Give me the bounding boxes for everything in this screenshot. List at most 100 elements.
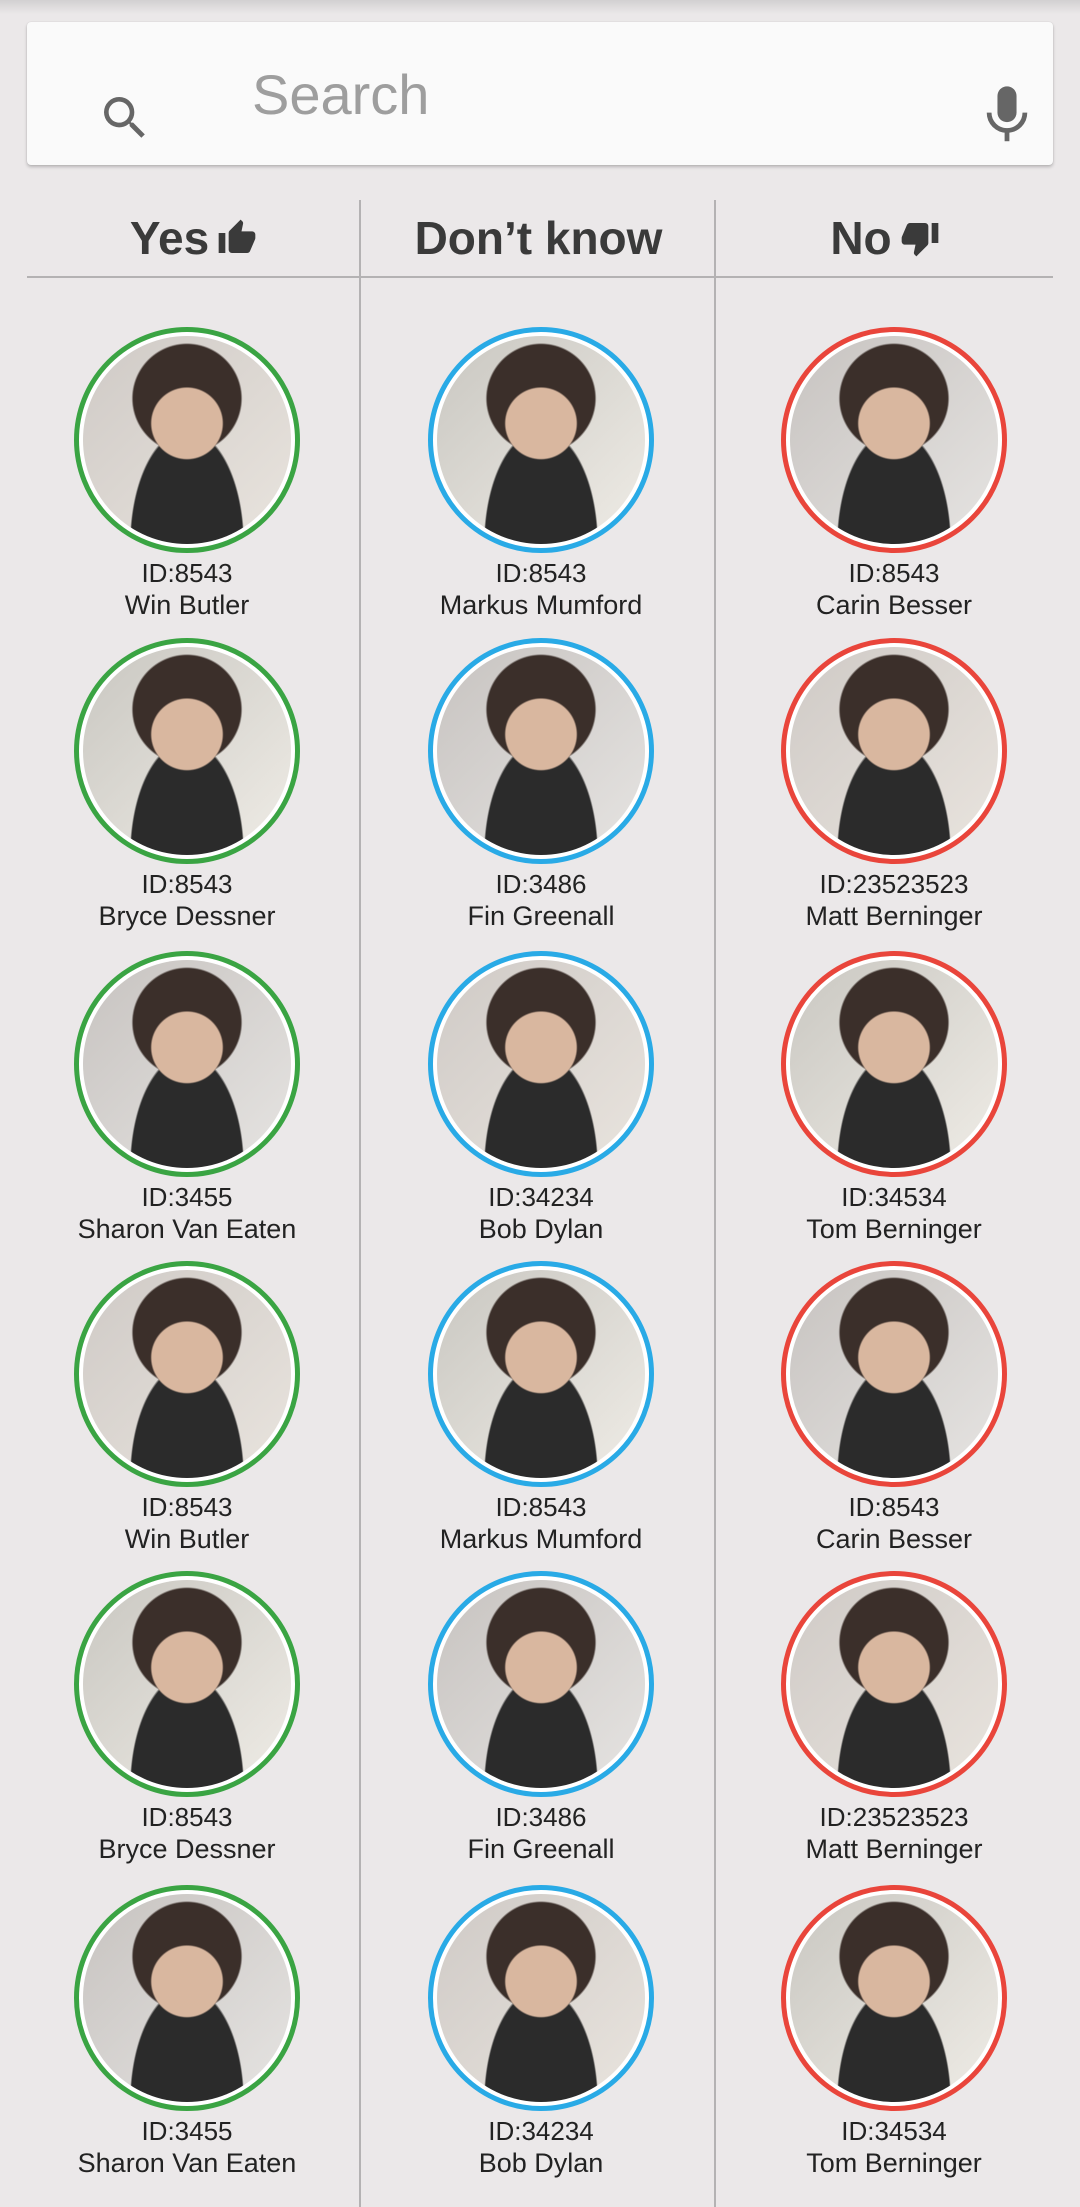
avatar-photo [83,1580,291,1788]
contact-id: ID:3455 [141,2116,233,2146]
contact-id: ID:8543 [141,1802,233,1832]
search-icon[interactable] [97,90,153,146]
avatar-photo [790,336,998,544]
contact-card[interactable]: ID:23523523 Matt Berninger [714,638,1074,933]
avatar-photo [790,1270,998,1478]
search-input[interactable] [252,52,932,136]
avatar[interactable] [428,951,654,1177]
thumbs-up-icon [218,219,256,253]
contact-card[interactable]: ID:8543 Win Butler [7,327,367,622]
contact-name: Fin Greenall [467,1834,615,1864]
contact-card[interactable]: ID:23523523 Matt Berninger [714,1571,1074,1866]
contact-name: Sharon Van Eaten [77,2148,297,2178]
column-headers: Yes Don’t know No [27,200,1053,278]
avatar[interactable] [781,1571,1007,1797]
avatar[interactable] [74,638,300,864]
avatar-photo [437,1270,645,1478]
contact-id: ID:8543 [848,558,940,588]
avatar-photo [790,647,998,855]
contact-id: ID:34534 [841,2116,947,2146]
contact-name: Sharon Van Eaten [77,1214,297,1244]
avatar[interactable] [781,1261,1007,1487]
contact-card[interactable]: ID:8543 Carin Besser [714,1261,1074,1556]
avatar[interactable] [74,951,300,1177]
contact-id: ID:3486 [495,1802,587,1832]
contact-name: Markus Mumford [439,1524,643,1554]
contact-id: ID:3486 [495,869,587,899]
contact-card[interactable]: ID:8543 Win Butler [7,1261,367,1556]
contact-name: Tom Berninger [806,2148,982,2178]
avatar-photo [83,336,291,544]
contact-card[interactable]: ID:34534 Tom Berninger [714,1885,1074,2180]
contact-name: Win Butler [124,590,250,620]
avatar-photo [437,647,645,855]
contact-name: Markus Mumford [439,590,643,620]
contact-id: ID:8543 [848,1492,940,1522]
contact-name: Matt Berninger [805,901,983,931]
contact-card[interactable]: ID:34234 Bob Dylan [361,951,721,1246]
contact-name: Matt Berninger [805,1834,983,1864]
column-header-dont-know[interactable]: Don’t know [362,208,715,268]
contact-id: ID:3455 [141,1182,233,1212]
column-header-yes[interactable]: Yes [27,208,360,268]
avatar[interactable] [781,951,1007,1177]
avatar[interactable] [781,638,1007,864]
contact-id: ID:8543 [495,558,587,588]
contacts-screen: Yes Don’t know No ID:8543Win ButlerID:85… [0,0,1080,2207]
status-shade [0,0,1080,14]
contact-id: ID:34534 [841,1182,947,1212]
avatar[interactable] [781,1885,1007,2111]
contact-name: Bryce Dessner [98,1834,276,1864]
microphone-icon[interactable] [982,84,1032,146]
contact-id: ID:23523523 [819,869,969,899]
contact-card[interactable]: ID:3455 Sharon Van Eaten [7,951,367,1246]
avatar[interactable] [74,1885,300,2111]
contact-id: ID:8543 [495,1492,587,1522]
avatar-photo [83,1270,291,1478]
contact-card[interactable]: ID:34534 Tom Berninger [714,951,1074,1246]
avatar-photo [83,647,291,855]
avatar-photo [790,1894,998,2102]
column-header-no[interactable]: No [717,208,1053,268]
contact-card[interactable]: ID:8543 Markus Mumford [361,1261,721,1556]
avatar[interactable] [74,327,300,553]
contact-name: Win Butler [124,1524,250,1554]
contact-id: ID:8543 [141,558,233,588]
avatar[interactable] [74,1571,300,1797]
thumbs-down-icon [901,223,938,257]
contact-name: Bryce Dessner [98,901,276,931]
search-bar[interactable] [27,22,1053,165]
contact-card[interactable]: ID:3455 Sharon Van Eaten [7,1885,367,2180]
contact-id: ID:34234 [488,2116,594,2146]
avatar-photo [437,1580,645,1788]
contact-name: Fin Greenall [467,901,615,931]
avatar[interactable] [74,1261,300,1487]
avatar-photo [83,1894,291,2102]
avatar-photo [83,960,291,1168]
avatar-photo [790,1580,998,1788]
contact-card[interactable]: ID:8543 Bryce Dessner [7,1571,367,1866]
column-title: Don’t know [414,212,663,264]
avatar-photo [437,336,645,544]
avatar[interactable] [428,327,654,553]
contact-card[interactable]: ID:34234 Bob Dylan [361,1885,721,2180]
contact-id: ID:23523523 [819,1802,969,1832]
contact-card[interactable]: ID:8543 Markus Mumford [361,327,721,622]
avatar[interactable] [428,1571,654,1797]
contact-name: Carin Besser [815,590,973,620]
avatar[interactable] [428,638,654,864]
avatar-photo [437,1894,645,2102]
contact-card[interactable]: ID:3486 Fin Greenall [361,1571,721,1866]
avatar-photo [790,960,998,1168]
contact-id: ID:34234 [488,1182,594,1212]
contact-name: Tom Berninger [806,1214,982,1244]
avatar[interactable] [781,327,1007,553]
avatar[interactable] [428,1885,654,2111]
contact-card[interactable]: ID:8543 Bryce Dessner [7,638,367,933]
contact-name: Bob Dylan [478,1214,604,1244]
contact-id: ID:8543 [141,869,233,899]
avatar-photo [437,960,645,1168]
avatar[interactable] [428,1261,654,1487]
contact-card[interactable]: ID:8543 Carin Besser [714,327,1074,622]
contact-card[interactable]: ID:3486 Fin Greenall [361,638,721,933]
